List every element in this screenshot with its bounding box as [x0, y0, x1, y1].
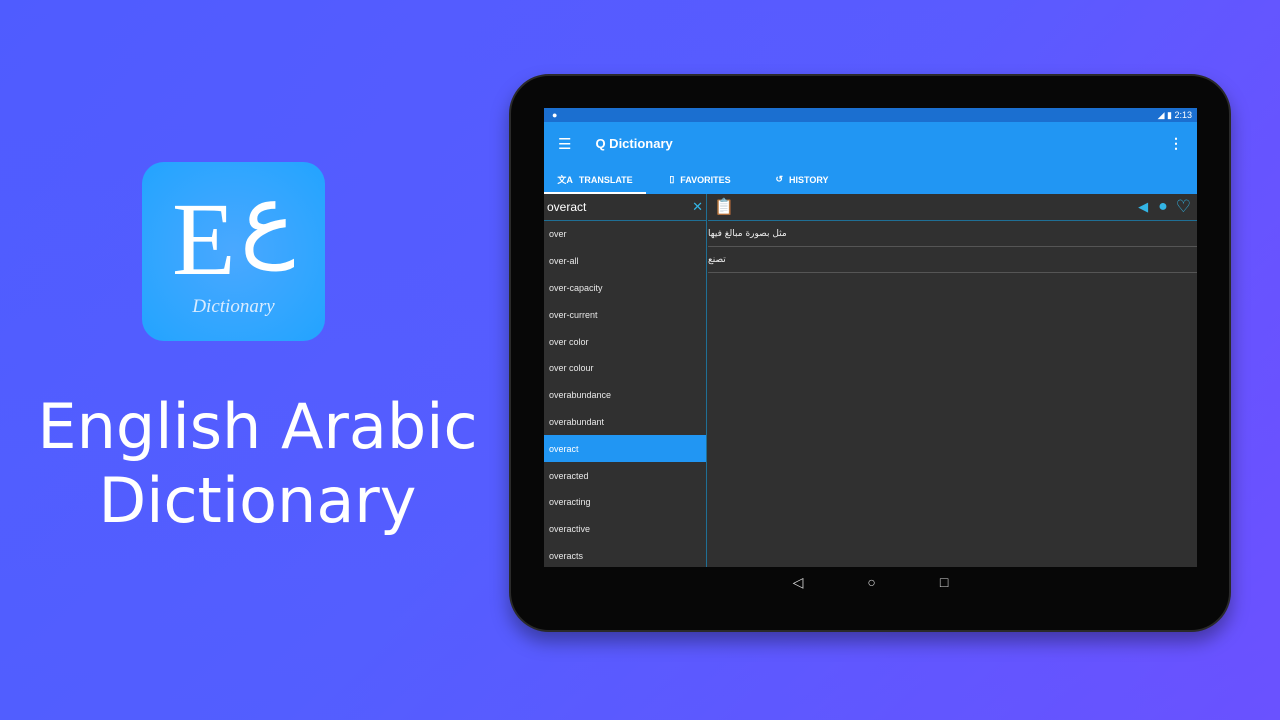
status-right: ◢ ▮ 2:13	[1158, 110, 1192, 121]
list-item[interactable]: overabundant	[544, 409, 706, 436]
recents-icon[interactable]: □	[940, 574, 948, 590]
speaker-icon[interactable]: ◀	[1138, 199, 1148, 215]
translation-item: مثل بصورة مبالغ فيها	[708, 221, 1197, 247]
title-line2: Dictionary	[98, 464, 417, 537]
tab-label: HISTORY	[789, 174, 829, 185]
battery-icon: ▮	[1167, 109, 1172, 120]
bookmark-icon: ▯	[669, 174, 675, 184]
more-options-icon[interactable]: ⋮	[1169, 135, 1183, 152]
list-item[interactable]: overacts	[544, 543, 706, 567]
list-item[interactable]: overacted	[544, 462, 706, 489]
menu-icon[interactable]: ☰	[558, 135, 571, 153]
tab-history[interactable]: ↺ HISTORY	[754, 165, 850, 194]
translation-toolbar: 📋 ◀ ● ♡	[708, 194, 1197, 221]
home-icon[interactable]: ○	[867, 574, 875, 590]
clipboard-icon[interactable]: 📋	[714, 197, 734, 217]
list-item[interactable]: overactive	[544, 516, 706, 543]
logo-letter-ain: ع	[240, 164, 295, 271]
nav-bar: ◁ ○ □	[544, 567, 1197, 597]
title-line1: English Arabic	[37, 390, 478, 463]
app-title: Q Dictionary	[595, 136, 673, 151]
translation-item: تصنع	[708, 247, 1197, 273]
search-value[interactable]: overact	[547, 200, 692, 214]
list-item[interactable]: overabundance	[544, 382, 706, 409]
search-input[interactable]: overact ✕	[544, 194, 706, 221]
tab-label: TRANSLATE	[578, 174, 633, 185]
globe-icon[interactable]: ●	[1158, 198, 1168, 216]
tab-label: FAVORITES	[680, 174, 731, 185]
android-icon: ●	[552, 110, 558, 120]
signal-icon: ◢	[1157, 109, 1165, 120]
list-item[interactable]: over-current	[544, 301, 706, 328]
logo-letter-e: E	[172, 182, 236, 297]
word-list-pane: overact ✕ over over-all over-capacity over-…	[544, 194, 707, 567]
tab-bar: 文A TRANSLATE ▯ FAVORITES ↺ HISTORY	[544, 165, 1197, 194]
translation-list: مثل بصورة مبالغ فيها تصنع	[708, 221, 1197, 273]
history-icon: ↺	[775, 174, 784, 184]
clear-icon[interactable]: ✕	[692, 199, 703, 215]
status-time: 2:13	[1174, 109, 1192, 120]
word-list: over over-all over-capacity over-current ove…	[544, 221, 706, 567]
promo-title: English Arabic Dictionary	[20, 390, 495, 538]
tab-translate[interactable]: 文A TRANSLATE	[544, 165, 646, 194]
translate-icon: 文A	[557, 175, 573, 185]
tab-favorites[interactable]: ▯ FAVORITES	[646, 165, 754, 194]
status-bar: ● ◢ ▮ 2:13	[544, 108, 1197, 122]
translation-pane: 📋 ◀ ● ♡ مثل بصورة مبالغ فيها تصنع	[708, 194, 1197, 567]
list-item[interactable]: overacting	[544, 489, 706, 516]
heart-icon[interactable]: ♡	[1176, 197, 1191, 217]
list-item[interactable]: overact	[544, 435, 706, 463]
list-item[interactable]: over colour	[544, 355, 706, 382]
list-item[interactable]: over-all	[544, 248, 706, 275]
list-item[interactable]: over	[544, 221, 706, 248]
list-item[interactable]: over-capacity	[544, 275, 706, 302]
app-screen: ● ◢ ▮ 2:13 ☰ Q Dictionary ⋮ 文A TRANSLATE …	[544, 108, 1197, 567]
list-item[interactable]: over color	[544, 328, 706, 355]
back-icon[interactable]: ◁	[793, 574, 804, 591]
logo-sub: Dictionary	[192, 296, 275, 317]
toolbar: ☰ Q Dictionary ⋮	[544, 122, 1197, 165]
app-logo: E ع Dictionary	[142, 162, 325, 341]
